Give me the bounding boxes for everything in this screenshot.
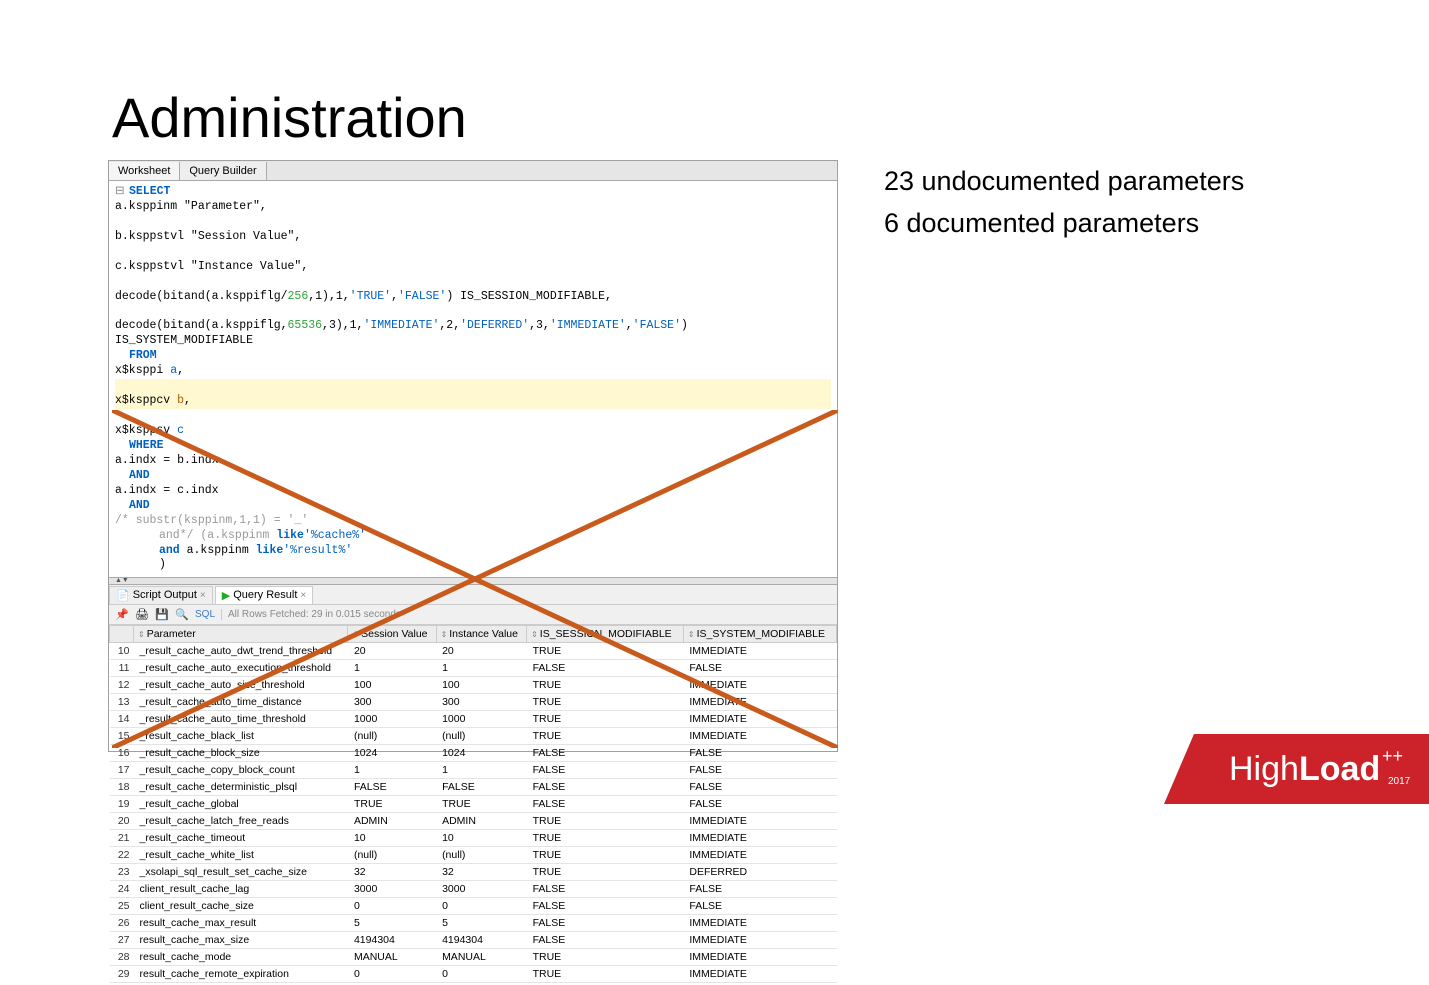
tab-script-output[interactable]: 📄 Script Output × [109,586,213,604]
table-row[interactable]: 20_result_cache_latch_free_readsADMINADM… [110,813,837,830]
result-toolbar: 📌 🖨 💾 🔍 SQL All Rows Fetched: 29 in 0.01… [109,605,837,625]
sql-editor[interactable]: ⊟SELECTa.ksppinm "Parameter", b.ksppstvl… [109,181,837,577]
editor-tabs: Worksheet Query Builder [109,161,837,181]
collapse-icon[interactable]: ⊟ [115,185,129,200]
results-grid[interactable]: ⇕Parameter ⇕Session Value ⇕Instance Valu… [109,625,837,983]
bullet-2: 6 documented parameters [884,205,1244,243]
svg-text:++: ++ [1382,746,1403,766]
svg-text:Load: Load [1299,750,1380,788]
fetch-status: All Rows Fetched: 29 in 0.015 seconds [221,609,401,620]
bullet-1: 23 undocumented parameters [884,163,1244,201]
sql-label: SQL [195,609,215,620]
find-icon[interactable]: 🔍 [175,608,189,622]
table-row[interactable]: 25client_result_cache_size00FALSEFALSE [110,898,837,915]
play-icon: ▶ [222,589,230,602]
table-row[interactable]: 14_result_cache_auto_time_threshold10001… [110,711,837,728]
col-system-modifiable[interactable]: ⇕IS_SYSTEM_MODIFIABLE [683,626,836,643]
table-row[interactable]: 22_result_cache_white_list(null)(null)TR… [110,847,837,864]
slide-title: Administration [112,85,467,150]
col-instance-value[interactable]: ⇕Instance Value [436,626,527,643]
splitter[interactable] [109,577,837,585]
table-row[interactable]: 21_result_cache_timeout1010TRUEIMMEDIATE [110,830,837,847]
table-row[interactable]: 11_result_cache_auto_execution_threshold… [110,660,837,677]
table-row[interactable]: 15_result_cache_black_list(null)(null)TR… [110,728,837,745]
close-icon[interactable]: × [200,590,206,601]
svg-text:2017: 2017 [1388,776,1411,787]
table-row[interactable]: 27result_cache_max_size41943044194304FAL… [110,932,837,949]
highload-logo: High Load ++ 2017 [1164,726,1429,804]
tab-worksheet[interactable]: Worksheet [109,162,180,180]
svg-text:High: High [1229,750,1299,788]
pin-icon[interactable]: 📌 [115,608,129,622]
table-row[interactable]: 18_result_cache_deterministic_plsqlFALSE… [110,779,837,796]
table-row[interactable]: 19_result_cache_globalTRUETRUEFALSEFALSE [110,796,837,813]
col-parameter[interactable]: ⇕Parameter [134,626,348,643]
table-row[interactable]: 26result_cache_max_result55FALSEIMMEDIAT… [110,915,837,932]
col-session-value[interactable]: ⇕Session Value [348,626,436,643]
print-icon[interactable]: 🖨 [135,608,149,622]
table-row[interactable]: 28result_cache_modeMANUALMANUALTRUEIMMED… [110,949,837,966]
result-tabs: 📄 Script Output × ▶ Query Result × [109,585,837,605]
table-row[interactable]: 13_result_cache_auto_time_distance300300… [110,694,837,711]
export-icon[interactable]: 💾 [155,608,169,622]
scroll-icon: 📄 [116,589,130,602]
table-row[interactable]: 24client_result_cache_lag30003000FALSEFA… [110,881,837,898]
table-row[interactable]: 16_result_cache_block_size10241024FALSEF… [110,745,837,762]
table-row[interactable]: 10_result_cache_auto_dwt_trend_threshold… [110,643,837,660]
table-row[interactable]: 29result_cache_remote_expiration00TRUEIM… [110,966,837,983]
table-row[interactable]: 17_result_cache_copy_block_count11FALSEF… [110,762,837,779]
close-icon[interactable]: × [300,590,306,601]
table-row[interactable]: 12_result_cache_auto_size_threshold10010… [110,677,837,694]
bullets: 23 undocumented parameters 6 documented … [884,163,1244,247]
tab-query-result[interactable]: ▶ Query Result × [215,586,314,604]
table-row[interactable]: 23_xsolapi_sql_result_set_cache_size3232… [110,864,837,881]
tab-query-builder[interactable]: Query Builder [180,162,266,180]
col-session-modifiable[interactable]: ⇕IS_SESSION_MODIFIABLE [527,626,684,643]
sql-developer-panel: Worksheet Query Builder ⊟SELECTa.ksppinm… [108,160,838,752]
